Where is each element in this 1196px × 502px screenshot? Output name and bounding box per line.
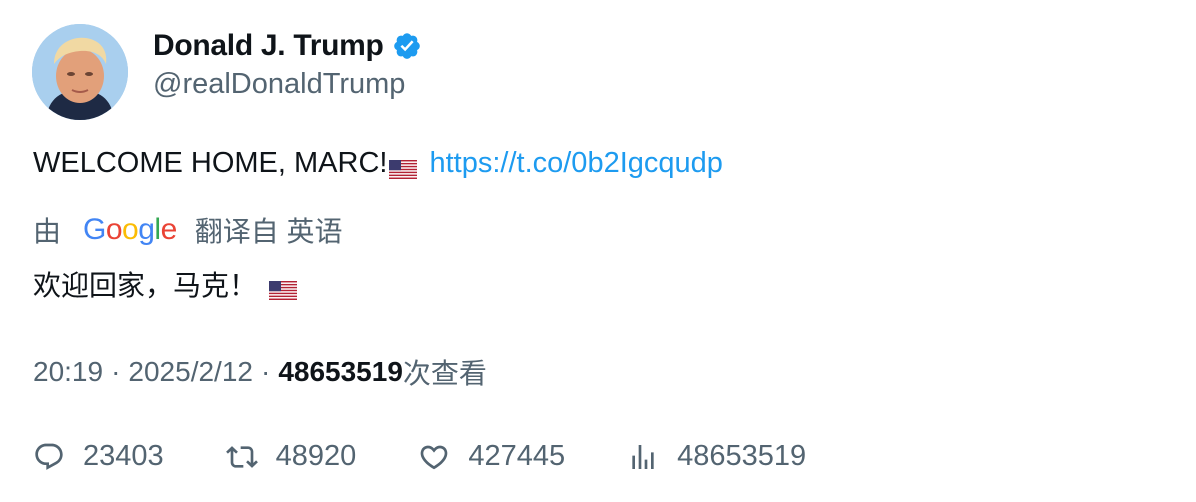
separator-dot: · [111, 356, 121, 387]
like-count: 427445 [468, 440, 566, 472]
retweet-button[interactable]: 48920 [225, 440, 357, 473]
author-handle[interactable]: @realDonaldTrump [153, 68, 405, 101]
views-action-count: 48653519 [677, 440, 807, 472]
retweet-count: 48920 [275, 440, 357, 472]
retweet-icon [225, 445, 258, 468]
us-flag-icon [389, 154, 418, 179]
views-label: 次查看 [402, 358, 487, 389]
translation-attribution: 由 Google 翻译自 英语 [33, 210, 343, 250]
like-button[interactable]: 427445 [418, 440, 565, 473]
tweet-text: WELCOME HOME, MARC! https://t.co/0b2Igcq… [33, 147, 723, 180]
tweet-body: WELCOME HOME, MARC! [33, 147, 388, 179]
reply-count: 23403 [83, 440, 164, 472]
tweet-time[interactable]: 20:19 [33, 356, 103, 388]
author-display-name[interactable]: Donald J. Trump [153, 29, 384, 63]
action-bar: 23403 48920 427445 48653519 [33, 440, 868, 473]
translated-body: 欢迎回家，马克！ [33, 270, 258, 301]
us-flag-icon [269, 275, 298, 300]
views-count: 48653519 [278, 356, 403, 387]
translation-suffix: 翻译自 英语 [194, 216, 343, 247]
translated-text: 欢迎回家，马克！ [33, 264, 309, 304]
translation-prefix: 由 [33, 216, 62, 247]
verified-badge-icon[interactable] [392, 31, 422, 61]
profile-avatar[interactable] [32, 24, 128, 120]
tweet-link[interactable]: https://t.co/0b2Igcqudp [429, 147, 722, 180]
tweet-date[interactable]: 2025/2/12 [128, 356, 253, 388]
author-name-row: Donald J. Trump [153, 24, 422, 68]
heart-icon [420, 445, 448, 469]
google-logo: Google [83, 213, 177, 246]
separator-dot: · [260, 356, 271, 387]
reply-button[interactable]: 23403 [33, 440, 164, 473]
tweet-meta: 20:19 · 2025/2/12 · 48653519 次查看 [33, 352, 487, 392]
analytics-icon [632, 444, 654, 469]
reply-icon [35, 443, 63, 470]
views-button[interactable]: 48653519 [627, 440, 806, 473]
